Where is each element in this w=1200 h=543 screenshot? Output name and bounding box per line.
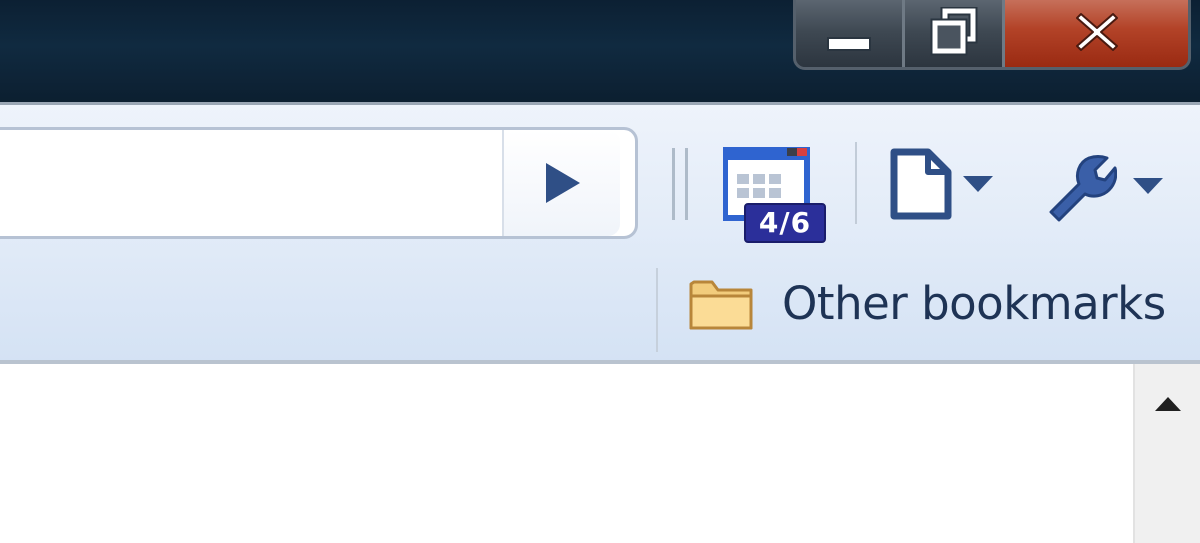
- minimize-icon: [827, 37, 871, 51]
- restore-button[interactable]: [905, 0, 1005, 67]
- folder-icon: [689, 280, 753, 330]
- play-arrow-icon: [546, 163, 580, 203]
- wrench-menu-button[interactable]: [1045, 150, 1165, 225]
- wrench-icon: [1049, 155, 1117, 222]
- go-button[interactable]: [502, 130, 620, 236]
- other-bookmarks-button[interactable]: Other bookmarks: [688, 268, 1178, 338]
- chevron-down-icon: [1133, 178, 1163, 194]
- toolbar-grip[interactable]: [672, 148, 688, 220]
- scroll-up-button[interactable]: [1135, 364, 1200, 444]
- other-bookmarks-label: Other bookmarks: [782, 276, 1166, 330]
- bookmarks-separator: [656, 268, 658, 352]
- scroll-up-arrow-icon: [1154, 397, 1181, 411]
- page-icon: [890, 148, 952, 220]
- address-bar-input[interactable]: [7, 130, 502, 236]
- chevron-down-icon: [963, 176, 993, 192]
- restore-icon: [930, 7, 977, 56]
- page-content: [0, 364, 1200, 543]
- window-caption-buttons: [793, 0, 1191, 70]
- close-icon: [1075, 13, 1118, 51]
- vertical-scrollbar[interactable]: [1133, 364, 1200, 543]
- page-menu-button[interactable]: [885, 148, 1000, 223]
- title-bar: [0, 0, 1200, 102]
- close-button[interactable]: [1005, 0, 1188, 67]
- tab-count-badge: 4/6: [744, 203, 826, 243]
- minimize-button[interactable]: [796, 0, 905, 67]
- toolbar-separator: [855, 142, 857, 224]
- omnibox[interactable]: [0, 127, 638, 239]
